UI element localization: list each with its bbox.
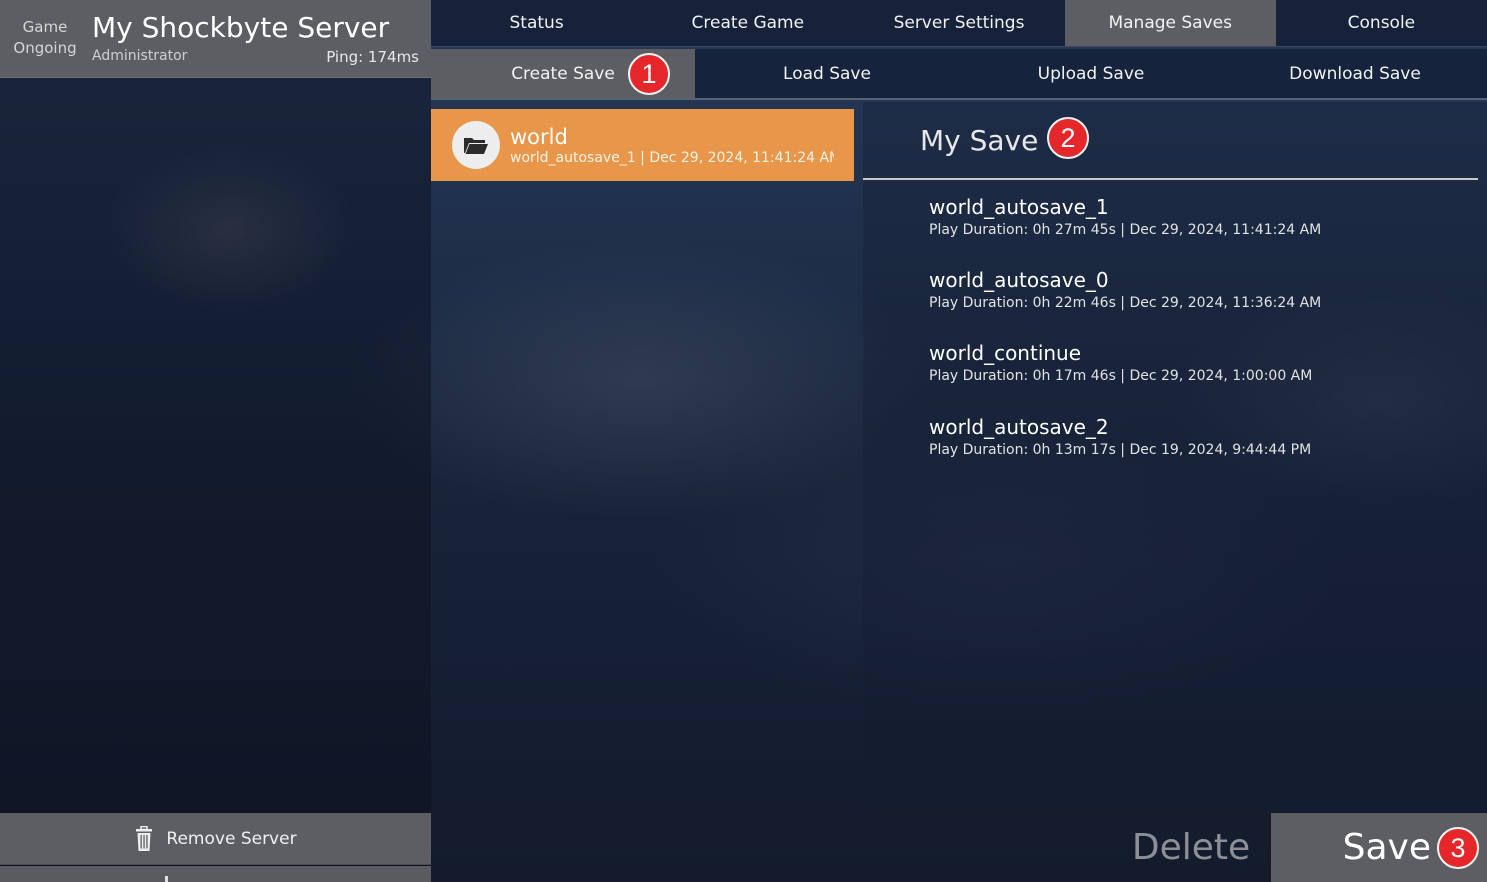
save-subtabs: Create Save 1 Load Save Upload Save Down…	[431, 49, 1487, 100]
server-role: Administrator	[92, 48, 188, 64]
subtab-upload-save[interactable]: Upload Save	[959, 49, 1223, 98]
tab-create-game[interactable]: Create Game	[642, 0, 853, 46]
subtab-label: Create Save	[511, 63, 615, 84]
folder-icon	[452, 121, 500, 169]
save-version-name: world_continue	[929, 341, 1082, 365]
remove-server-label: Remove Server	[166, 828, 297, 849]
save-version-item[interactable]: world_continue Play Duration: 0h 17m 46s…	[929, 340, 1312, 386]
save-version-meta: Play Duration: 0h 13m 17s | Dec 19, 2024…	[929, 442, 1312, 458]
server-ping: Ping: 174ms	[326, 48, 419, 66]
step-badge-1: 1	[628, 53, 670, 95]
save-button-label: Save	[1342, 827, 1431, 868]
save-detail-panel: My Save 2 world_autosave_1 Play Duration…	[863, 102, 1487, 812]
detail-divider	[863, 178, 1478, 180]
save-list-item[interactable]: world world_autosave_1 | Dec 29, 2024, 1…	[431, 109, 854, 181]
save-version-name: world_autosave_0	[929, 268, 1109, 292]
save-version-meta: Play Duration: 0h 17m 46s | Dec 29, 2024…	[929, 368, 1313, 384]
save-list: world world_autosave_1 | Dec 29, 2024, 1…	[431, 102, 863, 882]
save-item-subtitle: world_autosave_1 | Dec 29, 2024, 11:41:2…	[510, 150, 834, 166]
delete-button[interactable]: Delete	[1112, 813, 1270, 882]
server-name: My Shockbyte Server	[92, 11, 390, 44]
subtab-create-save[interactable]: Create Save 1	[431, 49, 695, 98]
tab-label: Server Settings	[893, 13, 1025, 33]
subtab-download-save[interactable]: Download Save	[1223, 49, 1487, 98]
step-badge-3: 3	[1437, 827, 1479, 869]
folder-open-icon	[464, 138, 488, 154]
subtab-load-save[interactable]: Load Save	[695, 49, 959, 98]
tab-console[interactable]: Console	[1276, 0, 1487, 46]
save-item-title: world	[510, 125, 568, 149]
tab-status[interactable]: Status	[431, 0, 642, 46]
subtab-label: Upload Save	[1037, 63, 1145, 84]
game-status-line2: Ongoing	[13, 39, 77, 57]
stub-indicator	[165, 876, 168, 882]
tab-server-settings[interactable]: Server Settings	[853, 0, 1064, 46]
save-version-meta: Play Duration: 0h 27m 45s | Dec 29, 2024…	[929, 222, 1322, 238]
save-button[interactable]: Save 3	[1271, 813, 1487, 882]
save-version-item[interactable]: world_autosave_0 Play Duration: 0h 22m 4…	[929, 267, 1321, 313]
game-status-line1: Game	[22, 18, 68, 36]
save-detail-title: My Save	[920, 124, 1039, 157]
tab-label: Manage Saves	[1108, 13, 1232, 33]
save-version-item[interactable]: world_autosave_2 Play Duration: 0h 13m 1…	[929, 414, 1311, 460]
game-status: Game Ongoing	[8, 17, 82, 59]
remove-server-button[interactable]: Remove Server	[0, 813, 431, 865]
trash-icon	[136, 825, 153, 851]
tab-label: Status	[509, 13, 564, 33]
save-version-name: world_autosave_2	[929, 415, 1109, 439]
tab-label: Create Game	[691, 13, 805, 33]
save-version-item[interactable]: world_autosave_1 Play Duration: 0h 27m 4…	[929, 194, 1321, 240]
subtab-label: Download Save	[1289, 63, 1421, 84]
subtab-label: Load Save	[783, 63, 871, 84]
server-header[interactable]: Game Ongoing My Shockbyte Server Adminis…	[0, 0, 431, 78]
step-badge-2: 2	[1047, 117, 1089, 159]
save-version-name: world_autosave_1	[929, 195, 1109, 219]
tab-manage-saves[interactable]: Manage Saves	[1064, 0, 1276, 46]
tab-label: Console	[1347, 13, 1416, 33]
save-version-meta: Play Duration: 0h 22m 46s | Dec 29, 2024…	[929, 295, 1322, 311]
save-item-text: world world_autosave_1 | Dec 29, 2024, 1…	[510, 124, 834, 166]
sidebar-next-item[interactable]	[0, 866, 431, 882]
main-tabs: Status Create Game Server Settings Manag…	[431, 0, 1487, 47]
server-sidebar: Game Ongoing My Shockbyte Server Adminis…	[0, 0, 431, 882]
